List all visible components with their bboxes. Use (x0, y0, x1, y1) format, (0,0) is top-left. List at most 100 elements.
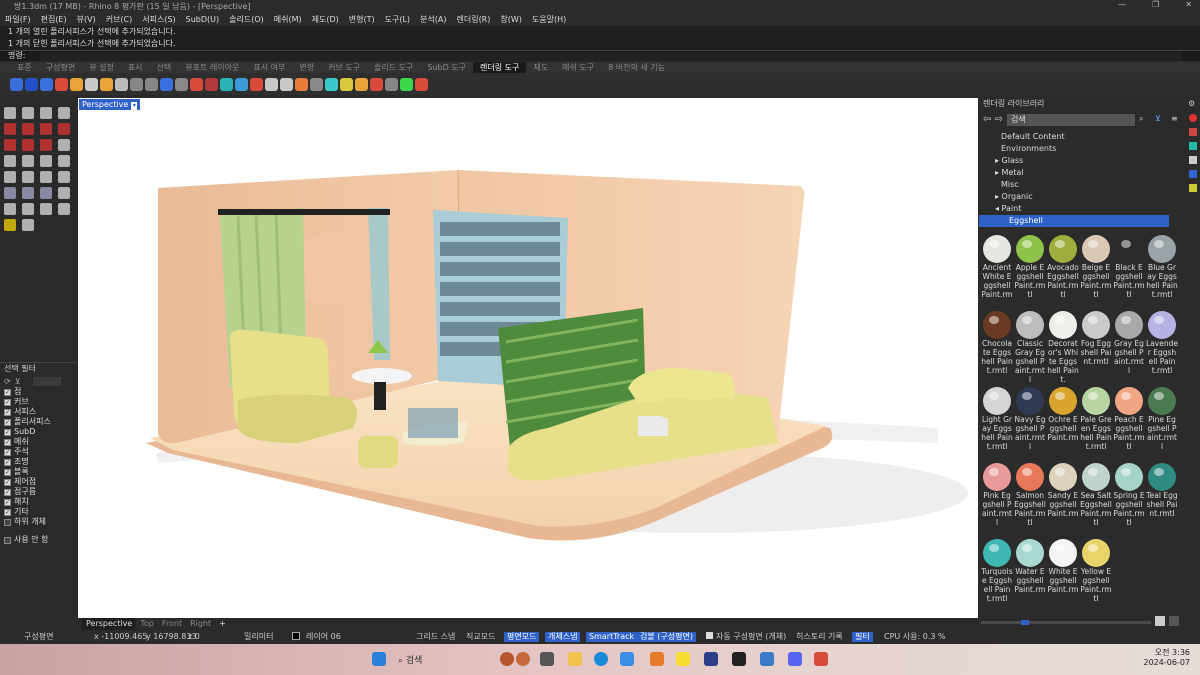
list-view-icon[interactable] (1169, 616, 1179, 626)
rhino-icon[interactable] (732, 652, 746, 666)
tool-icon[interactable] (40, 155, 52, 167)
refresh-icon[interactable]: ⟳ (4, 377, 11, 386)
material-item[interactable]: Peach Eggshell Paint.rmtl (1113, 385, 1145, 461)
gear-icon[interactable]: ⚙ (1188, 99, 1198, 108)
cplane-label[interactable]: 구성평면 (24, 632, 53, 642)
tree-item[interactable]: Eggshell (979, 215, 1169, 227)
tool-icon[interactable] (4, 155, 16, 167)
tree-item[interactable]: Default Content (979, 131, 1185, 143)
app-icon[interactable] (650, 652, 664, 666)
render-tool-icon[interactable] (250, 77, 263, 91)
render-tool-icon[interactable] (55, 77, 68, 91)
maximize-button[interactable]: ❐ (1152, 0, 1159, 9)
filter-item[interactable]: ✓ 조명 (0, 457, 77, 467)
render-tool-icon[interactable] (115, 77, 128, 91)
search-icon[interactable]: ⌕ (1139, 114, 1143, 124)
render-tool-icon[interactable] (10, 77, 23, 91)
render-tool-icon[interactable] (160, 77, 173, 91)
filter-checkbox[interactable]: ✓ (4, 438, 11, 446)
command-line[interactable]: 명령: (0, 50, 1200, 61)
render-tool-icon[interactable] (325, 77, 338, 91)
tab-14[interactable]: 8 버전의 새 기능 (601, 62, 672, 73)
render-tool-icon[interactable] (280, 77, 293, 91)
viewport-label[interactable]: Perspective ▾ (79, 99, 141, 110)
filter-icon[interactable]: ⊻ (15, 377, 21, 386)
tool-icon[interactable] (58, 107, 70, 119)
tool-icon[interactable] (40, 123, 52, 135)
filter-item[interactable]: ✓ 기타 (0, 507, 77, 517)
material-item[interactable]: Yellow Eggshell Paint.rmtl (1080, 537, 1112, 613)
tab-9[interactable]: 솔리드 도구 (367, 62, 420, 73)
filter-item[interactable]: ✓ 블록 (0, 467, 77, 477)
material-item[interactable]: Navy Eggshell Paint.rmtl (1014, 385, 1046, 461)
filter-item[interactable]: ✓ SubD (0, 427, 77, 437)
store-icon[interactable] (620, 652, 634, 666)
filter-item[interactable]: 하위 개체 (0, 517, 77, 527)
kakaotalk-icon[interactable] (676, 652, 690, 666)
tree-item[interactable]: ◂ Paint (979, 203, 1185, 215)
menu-item[interactable]: 커브(C) (101, 14, 138, 25)
render-tool-icon[interactable] (400, 77, 413, 91)
render-tool-icon[interactable] (295, 77, 308, 91)
material-item[interactable]: Ancient White Eggshell Paint.rm (981, 233, 1013, 309)
material-item[interactable]: Spring Eggshell Paint.rmtl (1113, 461, 1145, 537)
filter-item[interactable]: ✓ 서피스 (0, 407, 77, 417)
tab-4[interactable]: 선택 (150, 62, 179, 73)
filter-checkbox[interactable]: ✓ (4, 398, 11, 406)
tool-icon[interactable] (22, 139, 34, 151)
tab-7[interactable]: 변형 (292, 62, 321, 73)
filter-item[interactable]: ✓ 폴리서피스 (0, 417, 77, 427)
render-tool-icon[interactable] (340, 77, 353, 91)
minimize-button[interactable]: — (1118, 0, 1126, 9)
menu-item[interactable]: 창(W) (495, 14, 527, 25)
tool-icon[interactable] (40, 107, 52, 119)
history-toggle[interactable]: 히스토리 기록 (796, 632, 843, 642)
close-button[interactable]: ✕ (1185, 0, 1192, 9)
menu-item[interactable]: 메쉬(M) (269, 14, 307, 25)
tab-5[interactable]: 뷰포트 레이아웃 (178, 62, 246, 73)
tool-icon[interactable] (4, 171, 16, 183)
tool-icon[interactable] (4, 219, 16, 231)
material-item[interactable]: Ochre Eggshell Paint.rm (1047, 385, 1079, 461)
tool-icon[interactable] (58, 171, 70, 183)
tool-icon[interactable] (58, 139, 70, 151)
render-tool-icon[interactable] (235, 77, 248, 91)
tool-icon[interactable] (22, 171, 34, 183)
filter-checkbox[interactable]: ✓ (4, 508, 11, 516)
tool-icon[interactable] (22, 123, 34, 135)
tab-perspective[interactable]: Perspective (82, 618, 137, 630)
add-viewport-button[interactable]: + (215, 618, 230, 630)
menu-item[interactable]: 파일(F) (0, 14, 36, 25)
filter-toggle[interactable]: 필터 (852, 632, 873, 642)
render-tool-icon[interactable] (310, 77, 323, 91)
filter-item[interactable]: ✓ 커브 (0, 397, 77, 407)
render-tool-icon[interactable] (100, 77, 113, 91)
render-tool-icon[interactable] (25, 77, 38, 91)
back-forward-icon[interactable]: ⇦ ⇨ (983, 114, 1003, 125)
material-item[interactable]: Light Gray Eggshell Paint.rmtl (981, 385, 1013, 461)
app-icon[interactable] (814, 652, 828, 666)
file-explorer-icon[interactable] (568, 652, 582, 666)
units-label[interactable]: 밀리미터 (244, 632, 273, 642)
auto-cplane-checkbox[interactable] (706, 632, 713, 639)
render-tool-icon[interactable] (145, 77, 158, 91)
render-tool-icon[interactable] (85, 77, 98, 91)
render-tool-icon[interactable] (40, 77, 53, 91)
tool-icon[interactable] (40, 139, 52, 151)
tool-icon[interactable] (22, 219, 34, 231)
menu-item[interactable]: 변형(T) (344, 14, 380, 25)
render-tool-icon[interactable] (70, 77, 83, 91)
layer-label[interactable]: 레이어 06 (306, 632, 341, 642)
tab-top[interactable]: Top (136, 618, 158, 630)
filter-checkbox[interactable]: ✓ (4, 468, 11, 476)
tab-3[interactable]: 표시 (121, 62, 150, 73)
tool-icon[interactable] (58, 123, 70, 135)
filter-checkbox[interactable]: ✓ (4, 488, 11, 496)
render-tool-icon[interactable] (130, 77, 143, 91)
filter-checkbox[interactable]: ✓ (4, 428, 11, 436)
app-icon[interactable] (516, 652, 530, 666)
render-tool-icon[interactable] (205, 77, 218, 91)
tool-icon[interactable] (40, 171, 52, 183)
scroll-thumb[interactable] (1021, 620, 1029, 625)
tree-item[interactable]: ▸ Metal (979, 167, 1185, 179)
